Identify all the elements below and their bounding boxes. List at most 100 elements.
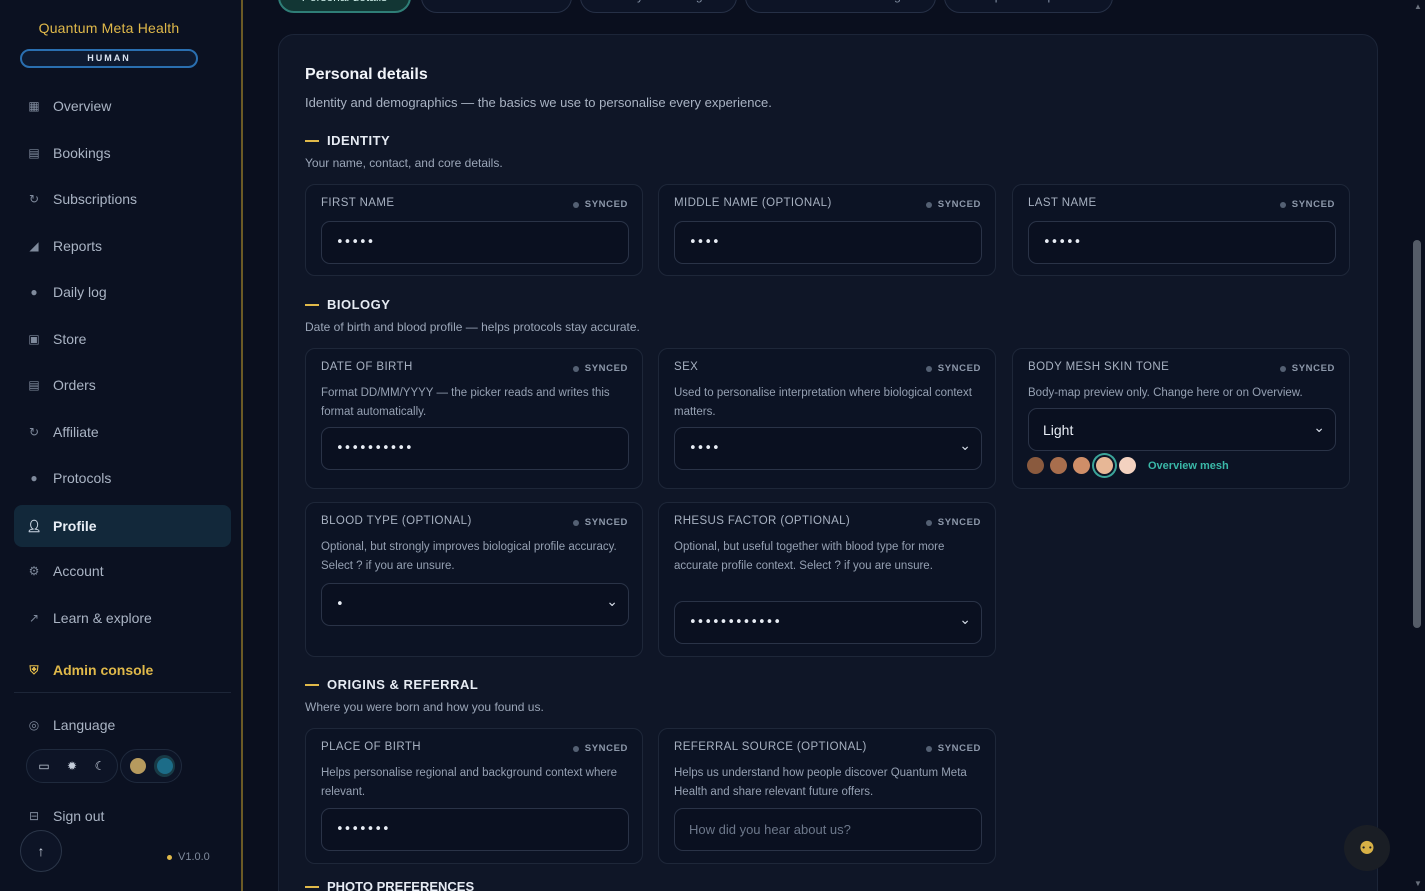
field-label: SEX [674, 361, 699, 373]
monitor-icon[interactable]: ▭ [33, 755, 55, 777]
sync-badge: SYNCED [925, 743, 981, 754]
calendar-icon: ▤ [28, 146, 40, 160]
skin-tone-swatches: Overview mesh [1027, 457, 1229, 474]
last-name-field[interactable]: ••••• [1028, 221, 1336, 264]
scrollbar-thumb[interactable] [1413, 240, 1421, 628]
sidebar-item-label: Subscriptions [53, 191, 138, 207]
sidebar-item-label: Store [53, 331, 87, 347]
page-subtitle: Identity and demographics — the basics w… [305, 95, 772, 110]
accent-teal[interactable] [154, 755, 175, 777]
field-label: REFERRAL SOURCE (OPTIONAL) [674, 741, 867, 753]
field-label: LAST NAME [1028, 197, 1097, 209]
tab-personal-details[interactable]: Personal details [278, 0, 411, 13]
tone-swatch[interactable] [1027, 457, 1044, 474]
referral-input[interactable]: How did you hear about us? [674, 808, 982, 851]
sidebar-item-overview[interactable]: ▦ Overview [14, 85, 231, 127]
sidebar-item-affiliate[interactable]: ↻ Affiliate [14, 411, 231, 453]
sync-badge: SYNCED [572, 363, 628, 374]
scroll-top-button[interactable]: ↑ [20, 830, 62, 872]
logout-icon: ⊟ [28, 809, 40, 823]
sidebar-item-admin-console[interactable]: ⛨ Admin console [14, 649, 231, 691]
field-label: BLOOD TYPE (OPTIONAL) [321, 515, 472, 527]
field-label: MIDDLE NAME (OPTIONAL) [674, 197, 832, 209]
birthplace-field[interactable]: ••••••• [321, 808, 629, 851]
section-identity-sub: Your name, contact, and core details. [305, 156, 503, 170]
sidebar-item-label: Account [53, 563, 104, 579]
section-origins: ORIGINS & REFERRAL [305, 677, 478, 692]
user-icon: 👤︎ [26, 519, 42, 533]
tone-swatch[interactable] [1050, 457, 1067, 474]
field-description: Optional, but useful together with blood… [674, 541, 945, 572]
sun-icon[interactable]: ✹ [61, 755, 83, 777]
middle-name-card: MIDDLE NAME (OPTIONAL) SYNCED •••• [658, 184, 996, 276]
tone-swatch[interactable] [1119, 457, 1136, 474]
sidebar-item-label: Learn & explore [53, 610, 152, 626]
sidebar: Quantum Meta Health HUMAN ▦ Overview ▤ Boo… [0, 0, 243, 891]
tab-treatment-context[interactable]: Treatment context [421, 0, 572, 13]
field-description: Optional, but strongly improves biologic… [321, 541, 617, 572]
skin-tone-select[interactable]: Light [1028, 408, 1336, 451]
sex-select[interactable]: •••• [674, 427, 982, 470]
sidebar-item-label: Orders [53, 377, 96, 393]
sidebar-item-account[interactable]: ⚙ Account [14, 550, 231, 592]
sync-badge: SYNCED [572, 517, 628, 528]
dob-field[interactable]: •••••••••• [321, 427, 629, 470]
accent-gold[interactable] [127, 755, 148, 777]
tab-lifestyle-settings[interactable]: Lifestyle & settings [580, 0, 737, 13]
gear-icon: ⚙ [28, 564, 40, 578]
sidebar-item-bookings[interactable]: ▤ Bookings [14, 132, 231, 174]
droplet-icon: ● [30, 285, 38, 299]
referral-card: REFERRAL SOURCE (OPTIONAL) SYNCED Helps … [658, 728, 996, 864]
sidebar-item-store[interactable]: ▣ Store [14, 318, 231, 360]
tab-technical-monitoring[interactable]: Technical & monitoring [745, 0, 936, 13]
theme-mode-switch: ▭ ✹ ☾ [26, 749, 118, 783]
field-description: Body-map preview only. Change here or on… [1028, 387, 1303, 399]
sync-badge: SYNCED [925, 517, 981, 528]
blood-type-select[interactable]: • [321, 583, 629, 626]
first-name-field[interactable]: ••••• [321, 221, 629, 264]
field-label: RHESUS FACTOR (OPTIONAL) [674, 515, 851, 527]
blood-type-card: BLOOD TYPE (OPTIONAL) SYNCED Optional, b… [305, 502, 643, 657]
language-button[interactable]: ◎ Language [14, 704, 231, 746]
sync-badge: SYNCED [572, 743, 628, 754]
sidebar-item-reports[interactable]: ◢ Reports [14, 225, 231, 267]
last-name-card: LAST NAME SYNCED ••••• [1012, 184, 1350, 276]
field-label: PLACE OF BIRTH [321, 741, 421, 753]
assistant-button[interactable]: ⚉ [1344, 825, 1390, 871]
sync-badge: SYNCED [572, 199, 628, 210]
external-icon: ↗ [28, 611, 40, 625]
moon-icon[interactable]: ☾ [89, 755, 111, 777]
field-label: FIRST NAME [321, 197, 395, 209]
refresh-icon: ↻ [28, 192, 40, 206]
scroll-up-arrow[interactable]: ▲ [1414, 2, 1422, 11]
field-description: Helps personalise regional and backgroun… [321, 767, 617, 798]
sidebar-item-profile[interactable]: 👤︎ Profile [14, 505, 231, 547]
first-name-card: FIRST NAME SYNCED ••••• [305, 184, 643, 276]
sidebar-item-label: Bookings [53, 145, 111, 161]
sidebar-item-daily-log[interactable]: ● Daily log [14, 271, 231, 313]
sidebar-item-label: Daily log [53, 284, 107, 300]
rhesus-card: RHESUS FACTOR (OPTIONAL) SYNCED Optional… [658, 502, 996, 657]
sidebar-item-protocols[interactable]: ● Protocols [14, 457, 231, 499]
version-label: V1.0.0 [167, 851, 210, 863]
tab-compliance-policies[interactable]: Compliance & policies [944, 0, 1113, 13]
sidebar-item-orders[interactable]: ▤ Orders [14, 364, 231, 406]
sidebar-item-label: Overview [53, 98, 112, 114]
rhesus-select[interactable]: •••••••••••• [674, 601, 982, 644]
overview-mesh-link[interactable]: Overview mesh [1148, 460, 1229, 472]
sidebar-item-subscriptions[interactable]: ↻ Subscriptions [14, 178, 231, 220]
sidebar-divider [14, 692, 231, 693]
sidebar-item-learn[interactable]: ↗ Learn & explore [14, 597, 231, 639]
middle-name-field[interactable]: •••• [674, 221, 982, 264]
sync-badge: SYNCED [925, 199, 981, 210]
scroll-down-arrow[interactable]: ▼ [1414, 879, 1422, 888]
brand-name: Quantum Meta Health [38, 20, 180, 36]
sex-card: SEX SYNCED Used to personalise interpret… [658, 348, 996, 489]
tone-swatch-selected[interactable] [1096, 457, 1113, 474]
accent-switch [120, 749, 182, 783]
sidebar-item-label: Affiliate [53, 424, 99, 440]
tone-swatch[interactable] [1073, 457, 1090, 474]
grid-icon: ▦ [28, 99, 40, 113]
sidebar-item-label: Reports [53, 238, 103, 254]
section-photo-preferences: PHOTO PREFERENCES [305, 879, 474, 891]
